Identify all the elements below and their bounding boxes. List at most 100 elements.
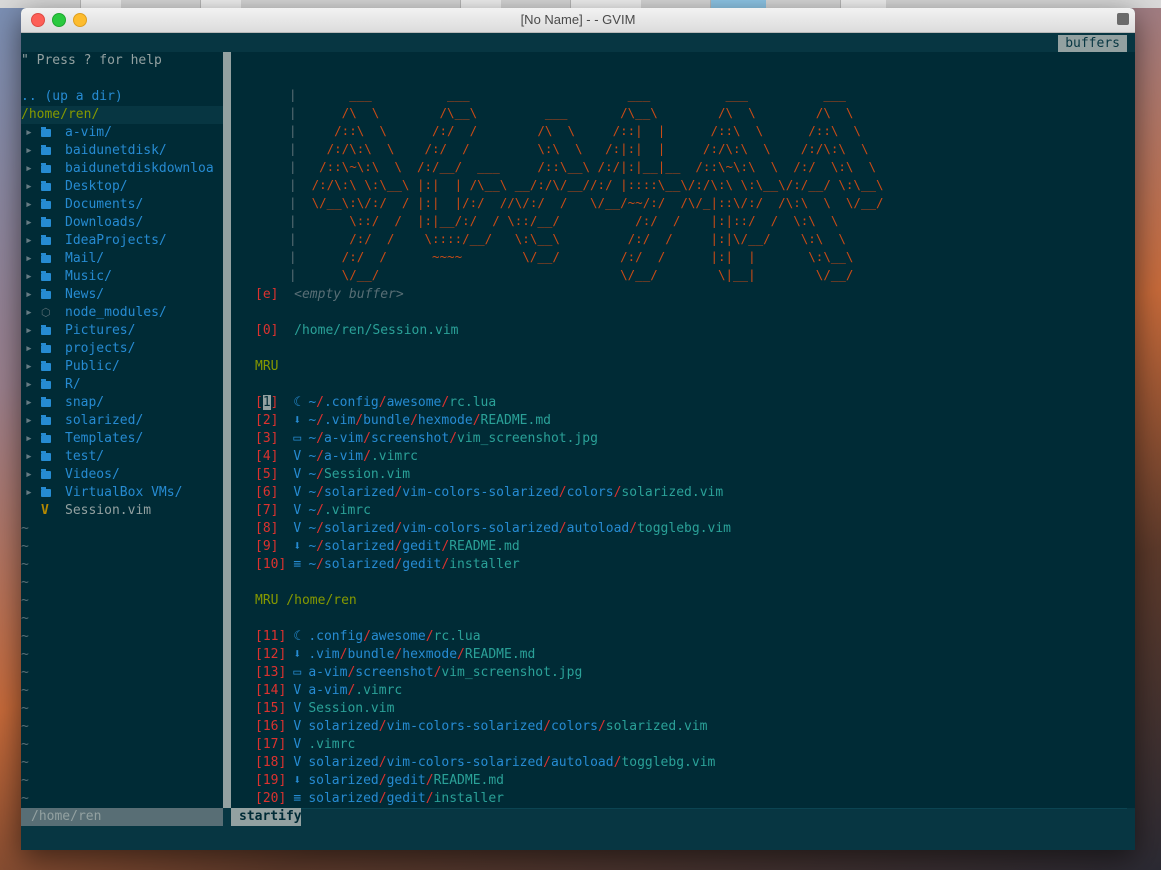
tree-cwd[interactable]: /home/ren/ (21, 106, 223, 124)
path-separator: / (543, 719, 551, 734)
expand-arrow-icon: ▸ (25, 341, 33, 356)
file-name: solarized.vim (621, 485, 724, 500)
empty-line-tilde: ~ (21, 791, 29, 806)
mru-entry[interactable]: [12] ⬇ .vim/bundle/hexmode/README.md (255, 646, 535, 664)
mru-index: [16] (255, 719, 287, 734)
node-icon: ⬡ (41, 306, 51, 319)
empty-line-tilde: ~ (21, 557, 29, 572)
tree-entry[interactable]: ▸ Downloads/ (21, 214, 143, 232)
path-separator: / (363, 449, 371, 464)
command-line[interactable] (21, 826, 1135, 850)
vim-file-icon: V (293, 719, 302, 734)
tree-entry[interactable]: ▸ baidunetdiskdownloa (21, 160, 214, 178)
mru-entry[interactable]: [15] V Session.vim (255, 700, 394, 718)
dir-name: awesome (370, 629, 426, 644)
path-separator: / (316, 557, 324, 572)
tree-entry[interactable]: ▸ R/ (21, 376, 81, 394)
tree-entry[interactable]: ▸ snap/ (21, 394, 104, 412)
tree-entry[interactable]: ▸ Videos/ (21, 466, 120, 484)
tree-entry[interactable]: ▸ IdeaProjects/ (21, 232, 167, 250)
tree-entry[interactable]: ▸ Pictures/ (21, 322, 135, 340)
tree-entry-name: baidunetdisk/ (65, 143, 167, 158)
dir-name: a-vim (323, 431, 364, 446)
tree-entry-name: Desktop/ (65, 179, 128, 194)
buffers-tag[interactable]: buffers (1058, 35, 1127, 53)
mru-entry[interactable]: [4] V ~/a-vim/.vimrc (255, 448, 418, 466)
mru-entry[interactable]: [16] Vsolarized/vim-colors-solarized/colo… (255, 718, 708, 736)
tree-entry[interactable]: ▸ a-vim/ (21, 124, 112, 142)
mru-entry[interactable]: [10] ≡ ~/solarized/gedit/installer (255, 556, 520, 574)
tree-entry[interactable]: ▸ Templates/ (21, 430, 143, 448)
mru-path: ~/solarized/gedit/README.md (308, 539, 519, 554)
dir-name: ~ (308, 503, 317, 518)
vim-file-icon: V (41, 503, 49, 518)
mru-entry[interactable]: [8] V ~/solarized/vim-colors-solarized/au… (255, 520, 731, 538)
mru-entry[interactable]: [5] V ~/Session.vim (255, 466, 410, 484)
mru-path: ~/solarized/vim-colors-solarized/colors/… (308, 485, 723, 500)
tree-entry[interactable]: V Session.vim (21, 502, 151, 520)
tree-up-dir[interactable]: .. (up a dir) (21, 88, 123, 106)
tree-entry[interactable]: ▸ Music/ (21, 268, 112, 286)
empty-buffer-entry[interactable]: [e] <empty buffer> (255, 286, 404, 304)
dir-name: ~ (308, 521, 317, 536)
path-separator: / (378, 773, 387, 788)
cursor: 1 (262, 395, 271, 410)
dir-name: screenshot (355, 665, 434, 680)
mru-entry[interactable]: [11] ☾ .config/awesome/rc.lua (255, 628, 481, 646)
mru-index: [10] (255, 557, 287, 572)
tree-entry[interactable]: ▸ test/ (21, 448, 104, 466)
empty-line-tilde: ~ (21, 575, 29, 590)
mru-index: [11] (255, 629, 287, 644)
status-mode: startify (231, 808, 310, 826)
mru-entry[interactable]: [7] V ~/.vimrc (255, 502, 371, 520)
dir-name: screenshot (370, 431, 450, 446)
tree-entry[interactable]: ▸ Public/ (21, 358, 120, 376)
mru-path: ~/a-vim/screenshot/vim_screenshot.jpg (308, 431, 598, 446)
vim-file-icon: V (293, 683, 302, 698)
tree-entry[interactable]: ▸ Documents/ (21, 196, 143, 214)
dir-name: colors (550, 719, 598, 734)
mru-entry[interactable]: [20] ≡ solarized/gedit/installer (255, 790, 504, 808)
tree-entry-name: test/ (65, 449, 105, 464)
mru-entry[interactable]: [19] ⬇ solarized/gedit/README.md (255, 772, 504, 790)
empty-line-tilde: ~ (21, 737, 29, 752)
mru-entry[interactable]: [9] ⬇ ~/solarized/gedit/README.md (255, 538, 520, 556)
dir-name: bundle (363, 413, 411, 428)
mru-entry[interactable]: [14] Va-vim/.vimrc (255, 682, 402, 700)
mru-entry[interactable]: [13] ▭ a-vim/screenshot/vim_screenshot.jpg (255, 664, 582, 682)
mru-entry[interactable]: [6] V ~/solarized/vim-colors-solarized/co… (255, 484, 723, 502)
status-left-path: /home/ren (21, 808, 223, 826)
mru-index: [18] (255, 755, 287, 770)
mru-entry[interactable]: [18] Vsolarized/vim-colors-solarized/auto… (255, 754, 715, 772)
tree-entry[interactable]: ▸ Desktop/ (21, 178, 128, 196)
expand-arrow-icon: ▸ (25, 413, 33, 428)
mru-entry[interactable]: [1] ☾ ~/.config/awesome/rc.lua (255, 394, 496, 412)
mru-path: a-vim/.vimrc (308, 683, 402, 698)
tree-entry[interactable]: ▸ Mail/ (21, 250, 104, 268)
dir-name: gedit (402, 539, 442, 554)
tree-entry[interactable]: ▸ solarized/ (21, 412, 143, 430)
mru-entry[interactable]: [17] V .vimrc (255, 736, 355, 754)
mru-entry[interactable]: [3] ▭ ~/a-vim/screenshot/vim_screenshot.j… (255, 430, 598, 448)
session-entry[interactable]: [0] /home/ren/Session.vim (255, 322, 459, 340)
tree-entry-name: solarized/ (65, 413, 144, 428)
path-separator: / (543, 755, 551, 770)
mru-path: ~/.vim/bundle/hexmode/README.md (308, 413, 551, 428)
expand-arrow-icon: ▸ (25, 323, 33, 338)
tree-entry-name: Session.vim (65, 503, 152, 518)
tree-entry[interactable]: ▸ projects/ (21, 340, 135, 358)
mru-path: solarized/vim-colors-solarized/autoload/… (308, 755, 715, 770)
dir-name: .config (308, 629, 364, 644)
tree-entry[interactable]: ▸ News/ (21, 286, 104, 304)
folder-icon (41, 144, 51, 155)
tree-entry[interactable]: ▸ VirtualBox VMs/ (21, 484, 182, 502)
path-separator: / (316, 413, 324, 428)
md-file-icon: ⬇ (293, 773, 302, 788)
vertical-split-separator[interactable] (223, 52, 231, 808)
mru-entry[interactable]: [2] ⬇ ~/.vim/bundle/hexmode/README.md (255, 412, 551, 430)
path-separator: / (472, 413, 481, 428)
tree-entry[interactable]: ▸ ⬡ node_modules/ (21, 304, 167, 322)
empty-line-tilde: ~ (21, 593, 29, 608)
tree-entry[interactable]: ▸ baidunetdisk/ (21, 142, 167, 160)
file-name: togglebg.vim (637, 521, 731, 536)
